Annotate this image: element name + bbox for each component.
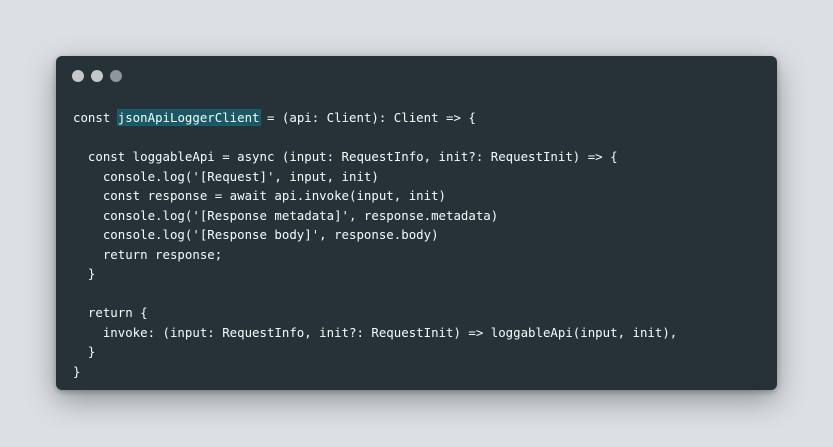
code-line-3: const loggableApi = async (input: Reques… xyxy=(73,147,677,167)
code-text: console.log('[Response body]', response.… xyxy=(73,227,439,242)
code-line-6: console.log('[Response metadata]', respo… xyxy=(73,206,677,226)
code-line-4: console.log('[Request]', input, init) xyxy=(73,167,677,187)
code-text: = (api: Client): Client => { xyxy=(259,110,476,125)
code-text: const response = await api.invoke(input,… xyxy=(73,188,446,203)
code-text: return { xyxy=(73,305,148,320)
code-line-13: } xyxy=(73,342,677,362)
code-text: console.log('[Response metadata]', respo… xyxy=(73,207,499,223)
code-line-9: } xyxy=(73,264,677,284)
code-text: const loggableApi = async (input: Reques… xyxy=(73,149,618,164)
code-line-8: return response; xyxy=(73,245,677,265)
selected-identifier-highlight[interactable]: jsonApiLoggerClient xyxy=(116,109,261,126)
code-text: } xyxy=(73,363,81,379)
code-text: return response; xyxy=(73,246,223,262)
code-line-5: const response = await api.invoke(input,… xyxy=(73,186,677,206)
code-text: console.log('[Request]', input, init) xyxy=(73,168,379,184)
code-line-11: return { xyxy=(73,303,677,323)
code-window: const jsonApiLoggerClient = (api: Client… xyxy=(56,56,777,390)
code-text: invoke: (input: RequestInfo, init?: Requ… xyxy=(73,324,678,340)
maximize-window-dot-icon[interactable] xyxy=(110,70,122,82)
close-window-dot-icon[interactable] xyxy=(72,70,84,82)
code-block[interactable]: const jsonApiLoggerClient = (api: Client… xyxy=(73,108,677,381)
code-line-12: invoke: (input: RequestInfo, init?: Requ… xyxy=(73,323,677,343)
code-text: } xyxy=(73,344,96,359)
code-line-7: console.log('[Response body]', response.… xyxy=(73,225,677,245)
minimize-window-dot-icon[interactable] xyxy=(91,70,103,82)
code-line-1: const jsonApiLoggerClient = (api: Client… xyxy=(73,108,677,128)
code-keyword-const: const xyxy=(73,110,118,125)
code-line-14: } xyxy=(73,362,677,382)
code-text: } xyxy=(73,266,96,281)
window-controls xyxy=(72,70,122,82)
